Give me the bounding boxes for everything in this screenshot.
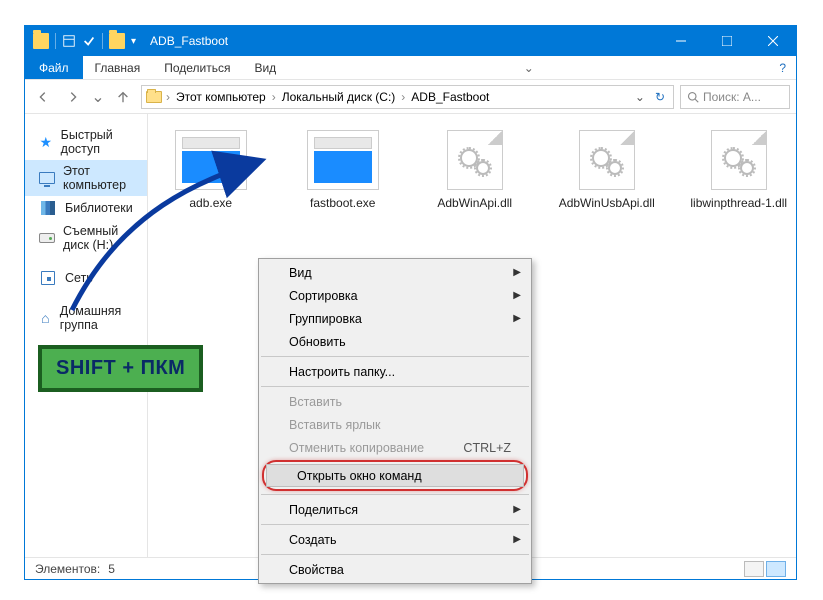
- address-row: ⌄ › Этот компьютер › Локальный диск (C:)…: [25, 80, 796, 114]
- folder-icon: [146, 91, 162, 103]
- search-placeholder: Поиск: A...: [703, 90, 761, 104]
- ctx-group[interactable]: Группировка▶: [259, 307, 531, 330]
- help-icon[interactable]: ?: [769, 56, 796, 79]
- highlight-annotation: Открыть окно команд: [262, 460, 528, 491]
- context-menu: Вид▶ Сортировка▶ Группировка▶ Обновить Н…: [258, 258, 532, 584]
- menu-separator: [261, 494, 529, 495]
- chevron-right-icon[interactable]: ›: [166, 90, 170, 104]
- dll-icon: [571, 130, 643, 190]
- maximize-button[interactable]: [704, 26, 750, 56]
- address-bar[interactable]: › Этот компьютер › Локальный диск (C:) ›…: [141, 85, 674, 109]
- ctx-undo-copy: Отменить копированиеCTRL+Z: [259, 436, 531, 459]
- up-button[interactable]: [111, 85, 135, 109]
- chevron-right-icon[interactable]: ›: [401, 90, 405, 104]
- status-count: 5: [108, 562, 115, 576]
- separator: [55, 33, 56, 49]
- submenu-arrow-icon: ▶: [513, 534, 521, 545]
- ctx-refresh[interactable]: Обновить: [259, 330, 531, 353]
- forward-button[interactable]: [61, 85, 85, 109]
- network-icon: [39, 270, 57, 286]
- dll-icon: [703, 130, 775, 190]
- ctx-customize-folder[interactable]: Настроить папку...: [259, 360, 531, 383]
- tab-view[interactable]: Вид: [242, 56, 288, 79]
- drive-icon: [39, 230, 55, 246]
- dll-icon: [439, 130, 511, 190]
- ctx-view[interactable]: Вид▶: [259, 261, 531, 284]
- file-item[interactable]: AdbWinApi.dll: [420, 130, 530, 211]
- shortcut-label: CTRL+Z: [463, 441, 511, 455]
- file-item[interactable]: libwinpthread-1.dll: [684, 130, 794, 211]
- ctx-paste: Вставить: [259, 390, 531, 413]
- sidebar-item-network[interactable]: Сеть: [25, 266, 147, 290]
- sidebar-item-this-pc[interactable]: Этот компьютер: [25, 160, 147, 196]
- homegroup-icon: ⌂: [39, 310, 52, 326]
- menu-separator: [261, 356, 529, 357]
- breadcrumb-item[interactable]: Локальный диск (C:): [278, 90, 400, 104]
- folder-icon[interactable]: [109, 33, 125, 49]
- separator: [102, 33, 103, 49]
- sidebar-item-removable-disk[interactable]: Съемный диск (H:): [25, 220, 147, 256]
- ctx-open-command-window[interactable]: Открыть окно команд: [266, 464, 524, 487]
- recent-dropdown[interactable]: ⌄: [91, 85, 105, 109]
- ribbon-expand-icon[interactable]: ⌄: [514, 56, 544, 79]
- exe-icon: [175, 130, 247, 190]
- menu-separator: [261, 524, 529, 525]
- refresh-icon[interactable]: ↻: [651, 90, 669, 104]
- submenu-arrow-icon: ▶: [513, 313, 521, 324]
- minimize-button[interactable]: [658, 26, 704, 56]
- window-title: ADB_Fastboot: [150, 34, 658, 48]
- tab-home[interactable]: Главная: [83, 56, 153, 79]
- breadcrumb-item[interactable]: ADB_Fastboot: [407, 90, 493, 104]
- file-tab[interactable]: Файл: [25, 56, 83, 79]
- exe-icon: [307, 130, 379, 190]
- breadcrumb-item[interactable]: Этот компьютер: [172, 90, 270, 104]
- ctx-properties[interactable]: Свойства: [259, 558, 531, 581]
- ctx-paste-shortcut: Вставить ярлык: [259, 413, 531, 436]
- view-details-button[interactable]: [744, 561, 764, 577]
- checkmark-icon[interactable]: [82, 34, 96, 48]
- file-item[interactable]: fastboot.exe: [288, 130, 398, 211]
- submenu-arrow-icon: ▶: [513, 290, 521, 301]
- sidebar-item-homegroup[interactable]: ⌂Домашняя группа: [25, 300, 147, 336]
- folder-icon: [33, 33, 49, 49]
- tab-share[interactable]: Поделиться: [152, 56, 242, 79]
- qat-dropdown-icon[interactable]: ▾: [131, 36, 136, 47]
- quick-access-toolbar: ▾: [25, 33, 144, 49]
- back-button[interactable]: [31, 85, 55, 109]
- pc-icon: [39, 170, 55, 186]
- window-controls: [658, 26, 796, 56]
- titlebar: ▾ ADB_Fastboot: [25, 26, 796, 56]
- sidebar-item-quick-access[interactable]: ★Быстрый доступ: [25, 124, 147, 160]
- file-item[interactable]: adb.exe: [156, 130, 266, 211]
- close-button[interactable]: [750, 26, 796, 56]
- address-dropdown-icon[interactable]: ⌄: [631, 90, 649, 104]
- ctx-new[interactable]: Создать▶: [259, 528, 531, 551]
- annotation-hint: SHIFT + ПКМ: [38, 345, 203, 392]
- search-input[interactable]: Поиск: A...: [680, 85, 790, 109]
- submenu-arrow-icon: ▶: [513, 504, 521, 515]
- chevron-right-icon[interactable]: ›: [272, 90, 276, 104]
- sidebar-item-libraries[interactable]: Библиотеки: [25, 196, 147, 220]
- ribbon-tabs: Файл Главная Поделиться Вид ⌄ ?: [25, 56, 796, 80]
- status-count-label: Элементов:: [35, 562, 100, 576]
- ctx-share[interactable]: Поделиться▶: [259, 498, 531, 521]
- libraries-icon: [39, 200, 57, 216]
- menu-separator: [261, 554, 529, 555]
- file-item[interactable]: AdbWinUsbApi.dll: [552, 130, 662, 211]
- ctx-sort[interactable]: Сортировка▶: [259, 284, 531, 307]
- submenu-arrow-icon: ▶: [513, 267, 521, 278]
- view-icons-button[interactable]: [766, 561, 786, 577]
- menu-separator: [261, 386, 529, 387]
- properties-icon[interactable]: [62, 34, 76, 48]
- star-icon: ★: [39, 134, 53, 150]
- navigation-pane: ★Быстрый доступ Этот компьютер Библиотек…: [25, 114, 148, 557]
- search-icon: [687, 91, 699, 103]
